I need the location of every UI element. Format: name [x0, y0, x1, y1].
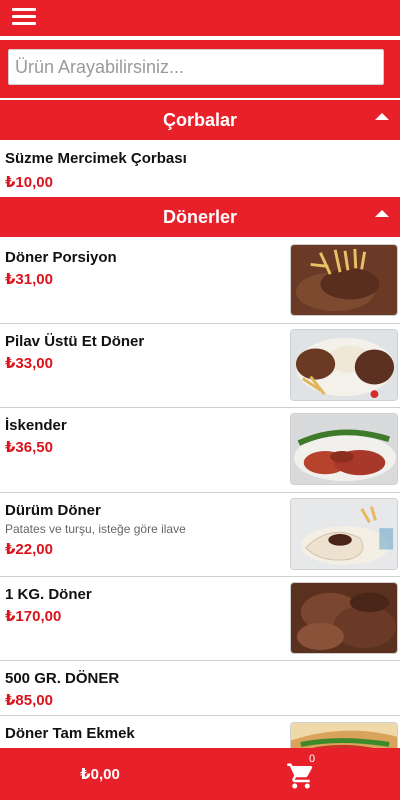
- shopping-cart-icon[interactable]: [286, 761, 316, 791]
- item-description: Patates ve turşu, isteğe göre ilave: [5, 522, 186, 536]
- menu-item[interactable]: 1 KG. Döner ₺170,00: [0, 577, 400, 661]
- durum-image: [290, 498, 398, 570]
- item-price: ₺10,00: [5, 174, 53, 191]
- menu-item[interactable]: Süzme Mercimek Çorbası ₺10,00: [0, 140, 400, 196]
- caret-up-icon[interactable]: [375, 210, 389, 217]
- cart-count-badge: 0: [309, 753, 316, 765]
- search-input[interactable]: [8, 49, 384, 85]
- section-header-corbalar[interactable]: Çorbalar: [0, 100, 400, 140]
- doner-kilo-image: [290, 582, 398, 654]
- item-name: Pilav Üstü Et Döner: [5, 333, 145, 350]
- item-name: 500 GR. DÖNER: [5, 670, 120, 687]
- item-name: İskender: [5, 417, 67, 434]
- item-price: ₺31,00: [5, 271, 53, 288]
- section-title: Dönerler: [162, 206, 238, 227]
- item-name: Döner Tam Ekmek: [5, 725, 135, 742]
- caret-up-icon[interactable]: [375, 113, 389, 120]
- item-name: Süzme Mercimek Çorbası: [5, 150, 187, 167]
- menu-item[interactable]: 500 GR. DÖNER ₺85,00: [0, 661, 400, 716]
- cart-total: ₺0,00: [80, 766, 120, 783]
- item-price: ₺33,00: [5, 355, 53, 372]
- section-header-donerler[interactable]: Dönerler: [0, 197, 400, 237]
- section-title: Çorbalar: [162, 109, 238, 130]
- item-price: ₺85,00: [5, 692, 53, 709]
- doner-over-rice-image: [290, 329, 398, 401]
- item-name: Döner Porsiyon: [5, 249, 117, 266]
- search-bar: [0, 40, 400, 98]
- item-name: Dürüm Döner: [5, 502, 101, 519]
- menu-item[interactable]: Dürüm Döner Patates ve turşu, isteğe gör…: [0, 493, 400, 577]
- item-price: ₺170,00: [5, 608, 62, 625]
- hamburger-menu-icon[interactable]: [12, 7, 36, 27]
- item-name: 1 KG. Döner: [5, 586, 92, 603]
- iskender-image: [290, 413, 398, 485]
- item-price: ₺36,50: [5, 439, 53, 456]
- menu-item[interactable]: Döner Porsiyon ₺31,00: [0, 238, 400, 324]
- doner-portion-image: [290, 244, 398, 316]
- bottom-cart-bar: ₺0,00 0: [0, 748, 400, 800]
- item-price: ₺22,00: [5, 541, 53, 558]
- menu-item[interactable]: İskender ₺36,50: [0, 408, 400, 493]
- top-app-bar: [0, 0, 400, 36]
- menu-item[interactable]: Pilav Üstü Et Döner ₺33,00: [0, 324, 400, 408]
